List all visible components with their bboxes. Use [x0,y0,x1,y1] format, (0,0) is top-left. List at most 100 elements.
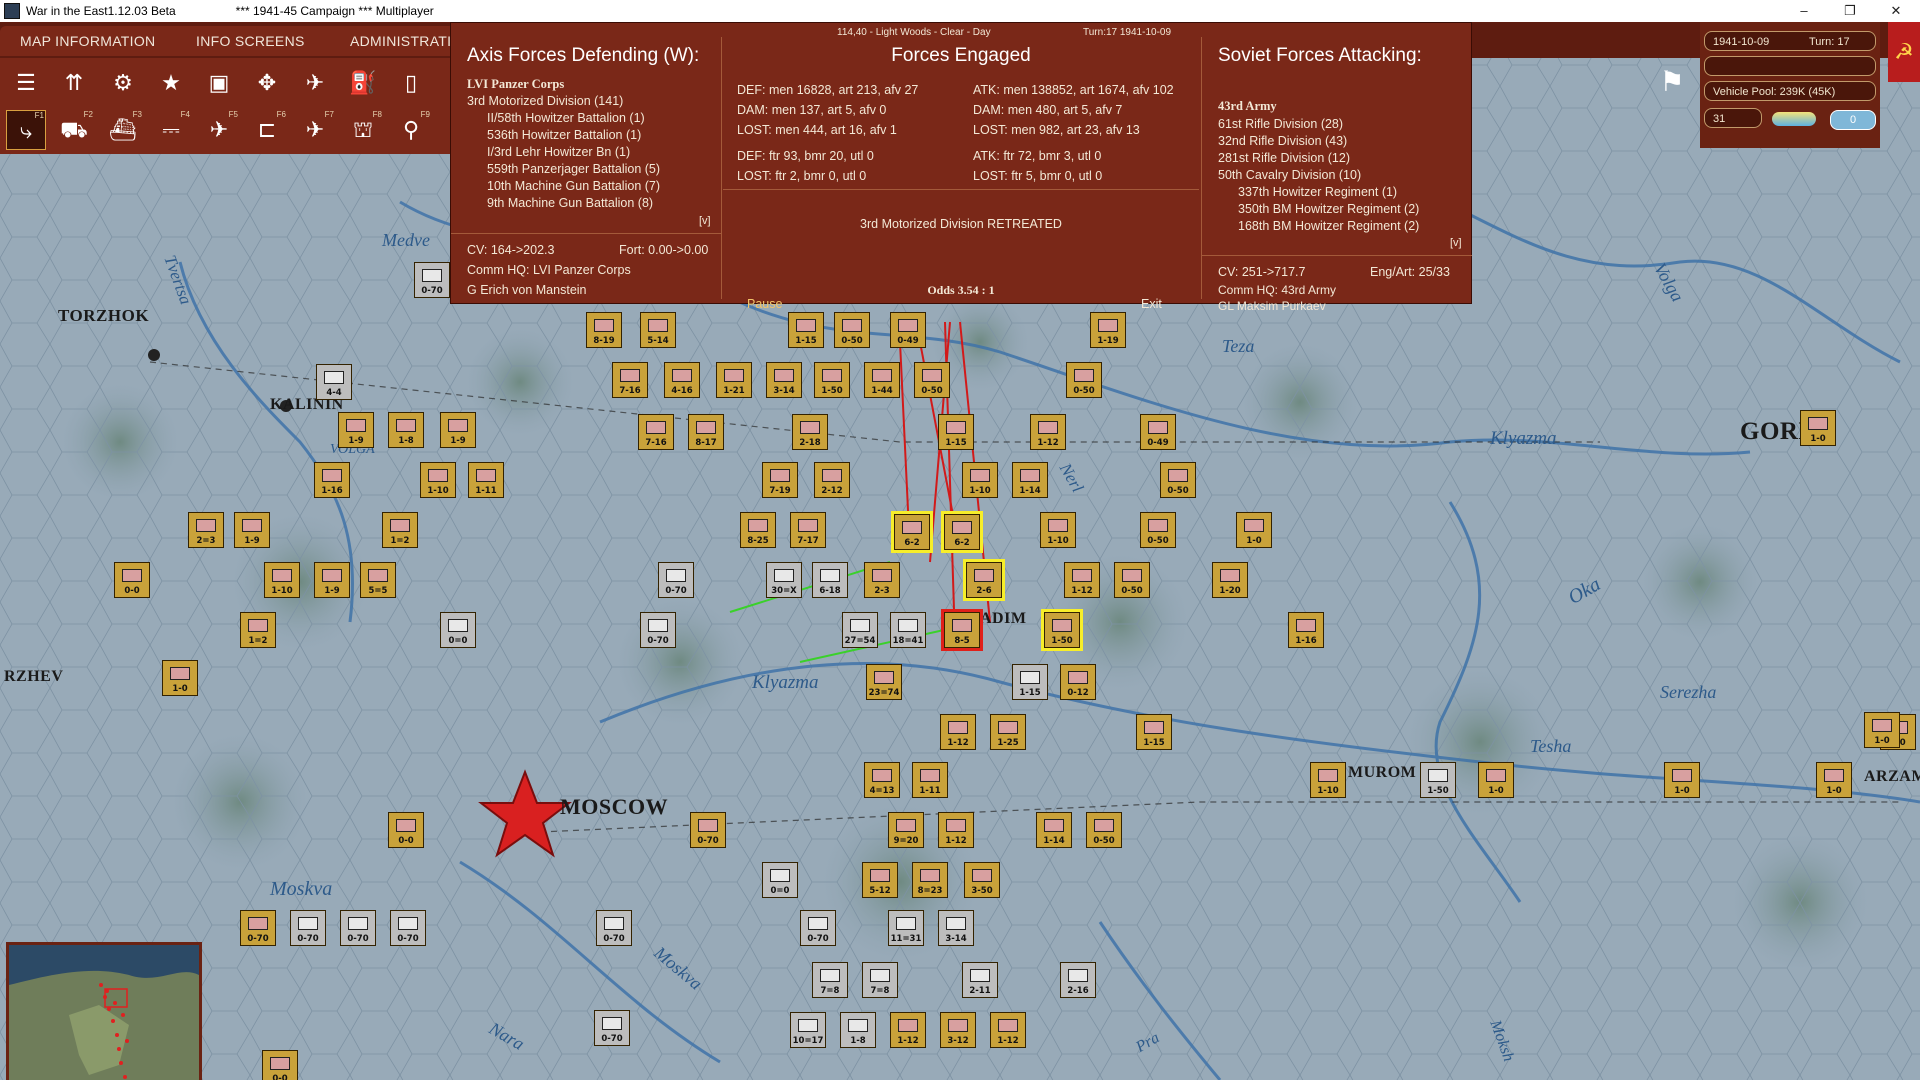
unit-counter[interactable]: 8-5 [941,609,983,651]
air-recon-icon[interactable]: ⚲ F9 [391,110,431,150]
units-icon[interactable]: ⇈ [54,63,94,103]
unit-counter[interactable]: 1-25 [990,714,1026,750]
unit-counter[interactable]: 5-14 [640,312,676,348]
report-icon[interactable]: ▯ [391,63,431,103]
naval-icon[interactable]: ⛴ F3 [103,110,143,150]
airbase-icon[interactable]: ⛫ F8 [343,110,383,150]
unit-counter[interactable]: 2-3 [864,562,900,598]
unit-counter[interactable]: 0=0 [762,862,798,898]
defender-expand-button[interactable]: [v] [699,215,711,227]
unit-counter[interactable]: 0-70 [658,562,694,598]
unit-counter[interactable]: 0-50 [1160,462,1196,498]
unit-counter[interactable]: 5=5 [360,562,396,598]
unit-counter[interactable]: 1-10 [420,462,456,498]
arrows-icon[interactable]: ✥ [247,63,287,103]
unit-counter[interactable]: 1-15 [1136,714,1172,750]
unit-counter[interactable]: 0-70 [690,812,726,848]
unit-counter[interactable]: 6-2 [941,511,983,553]
unit-counter[interactable]: 1-50 [1420,762,1456,798]
unit-counter[interactable]: 1-44 [864,362,900,398]
unit-counter[interactable]: 23=74 [866,664,902,700]
unit-counter[interactable]: 0-0 [388,812,424,848]
unit-counter[interactable]: 2=3 [188,512,224,548]
minimize-button[interactable]: – [1781,0,1827,22]
airfield-icon[interactable]: ⊏ F6 [247,110,287,150]
unit-counter[interactable]: 1-16 [314,462,350,498]
unit-counter[interactable]: 7=8 [862,962,898,998]
unit-counter[interactable]: 1-12 [1064,562,1100,598]
unit-counter[interactable]: 1-0 [1664,762,1700,798]
unit-counter[interactable]: 0-50 [1114,562,1150,598]
unit-counter[interactable]: 1-10 [1040,512,1076,548]
unit-counter[interactable]: 0-0 [114,562,150,598]
unit-counter[interactable]: 27=54 [842,612,878,648]
unit-counter[interactable]: 1-0 [1478,762,1514,798]
unit-counter[interactable]: 7-19 [762,462,798,498]
unit-counter[interactable]: 5-12 [862,862,898,898]
unit-counter[interactable]: 0-49 [1140,414,1176,450]
layers-icon[interactable]: ☰ [6,63,46,103]
attacker-expand-button[interactable]: [v] [1450,237,1462,249]
unit-counter[interactable]: 1-10 [962,462,998,498]
unit-counter[interactable]: 4=13 [864,762,900,798]
unit-counter[interactable]: 1-0 [1800,410,1836,446]
unit-counter[interactable]: 0-49 [890,312,926,348]
unit-counter[interactable]: 1=2 [240,612,276,648]
unit-counter[interactable]: 1-50 [1041,609,1083,651]
minimap[interactable] [6,942,202,1080]
unit-counter[interactable]: 1-14 [1012,462,1048,498]
unit-counter[interactable]: 0-70 [390,910,426,946]
unit-counter[interactable]: 0-50 [914,362,950,398]
unit-counter[interactable]: 0-50 [1086,812,1122,848]
unit-counter[interactable]: 1-12 [1030,414,1066,450]
unit-counter[interactable]: 3-50 [964,862,1000,898]
unit-counter[interactable]: 11=31 [888,910,924,946]
unit-counter[interactable]: 1-0 [1236,512,1272,548]
unit-counter[interactable]: 1-20 [1212,562,1248,598]
unit-counter[interactable]: 8-25 [740,512,776,548]
unit-counter[interactable]: 1-9 [338,412,374,448]
pause-button[interactable]: Pause [747,297,782,311]
bombers-icon[interactable]: ✈ [295,63,335,103]
unit-counter[interactable]: 0-50 [834,312,870,348]
unit-counter[interactable]: 1-11 [912,762,948,798]
unit-counter[interactable]: 0-70 [240,910,276,946]
unit-counter[interactable]: 0-0 [262,1050,298,1080]
unit-counter[interactable]: 1=2 [382,512,418,548]
unit-counter[interactable]: 3-14 [938,910,974,946]
unit-counter[interactable]: 1-15 [1012,664,1048,700]
fuel-icon[interactable]: ⛽ [343,63,383,103]
unit-counter[interactable]: 1-50 [814,362,850,398]
unit-counter[interactable]: 7=8 [812,962,848,998]
unit-counter[interactable]: 1-0 [162,660,198,696]
unit-counter[interactable]: 10=17 [790,1012,826,1048]
unit-counter[interactable]: 0-70 [594,1010,630,1046]
tab-info-screens[interactable]: INFO SCREENS [176,26,342,56]
star-icon[interactable]: ★ [151,63,191,103]
unit-counter[interactable]: 6-2 [891,511,933,553]
unit-counter[interactable]: 2-16 [1060,962,1096,998]
unit-counter[interactable]: 1-10 [264,562,300,598]
unit-counter[interactable]: 1-21 [716,362,752,398]
unit-counter[interactable]: 4-16 [664,362,700,398]
unit-counter[interactable]: 1-9 [314,562,350,598]
unit-counter[interactable]: 0-70 [800,910,836,946]
gear-icon[interactable]: ⚙ [103,63,143,103]
unit-counter[interactable]: 1-19 [1090,312,1126,348]
tab-map-information[interactable]: MAP INFORMATION [0,26,190,56]
unit-counter[interactable]: 1-0 [1864,712,1900,748]
unit-counter[interactable]: 1-10 [1310,762,1346,798]
unit-counter[interactable]: 0-12 [1060,664,1096,700]
unit-counter[interactable]: 30=X [766,562,802,598]
maximize-button[interactable]: ❐ [1827,0,1873,22]
unit-counter[interactable]: 3-12 [940,1012,976,1048]
unit-counter[interactable]: 1-9 [234,512,270,548]
unit-counter[interactable]: 1-15 [788,312,824,348]
unit-counter[interactable]: 2-18 [792,414,828,450]
unit-counter[interactable]: 7-17 [790,512,826,548]
unit-counter[interactable]: 1-12 [990,1012,1026,1048]
unit-counter[interactable]: 1-12 [940,714,976,750]
unit-counter[interactable]: 4-4 [316,364,352,400]
unit-counter[interactable]: 0-70 [596,910,632,946]
hq-icon[interactable]: ▣ [199,63,239,103]
